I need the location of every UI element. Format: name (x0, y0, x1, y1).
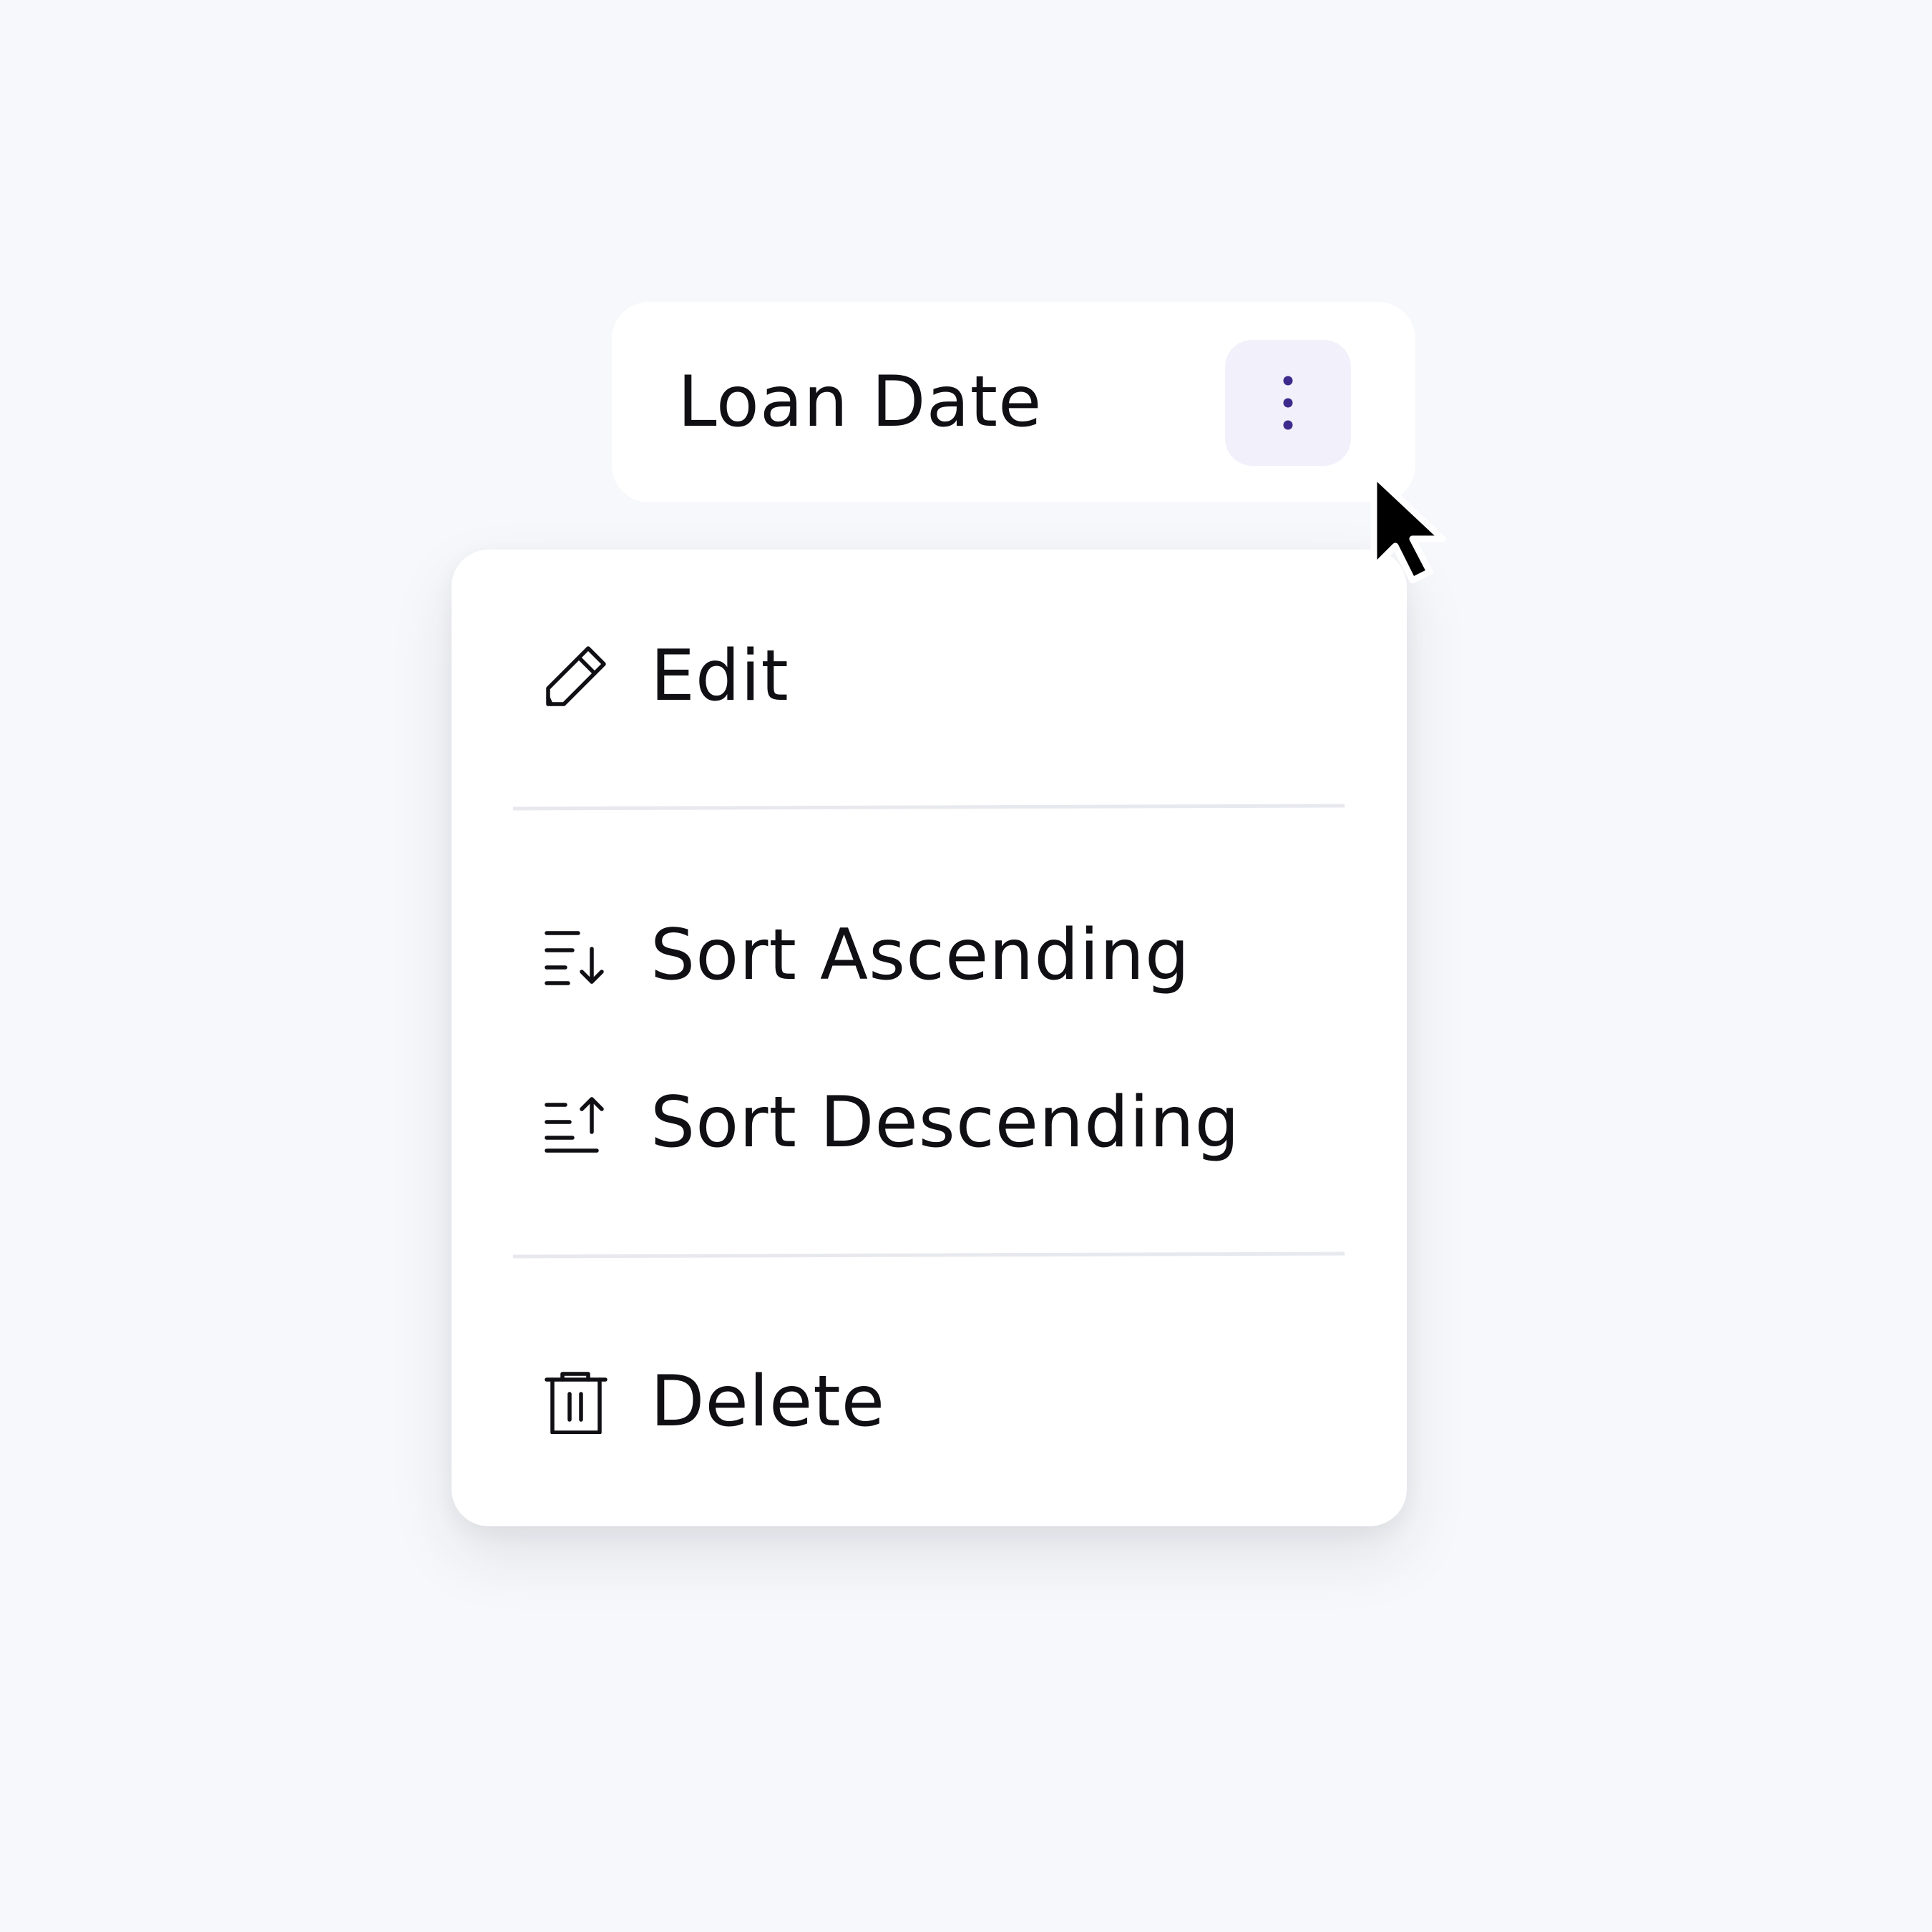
divider (512, 804, 1345, 811)
column-title: Loan Date (678, 361, 1043, 443)
trash-icon (545, 1372, 608, 1434)
divider (512, 1252, 1345, 1259)
menu-item-edit[interactable]: Edit (452, 608, 1407, 744)
menu-item-label: Delete (650, 1361, 885, 1443)
menu-item-sort-descending[interactable]: Sort Descending (452, 1055, 1407, 1191)
sort-descending-icon (545, 1097, 604, 1153)
column-menu-button[interactable] (1225, 340, 1351, 466)
menu-item-label: Edit (650, 635, 789, 717)
menu-item-label: Sort Descending (650, 1082, 1240, 1163)
more-vertical-icon (1283, 376, 1293, 430)
mouse-pointer-icon (1370, 471, 1446, 584)
menu-item-delete[interactable]: Delete (452, 1334, 1407, 1470)
column-header: Loan Date (612, 302, 1415, 502)
sort-ascending-icon (545, 931, 604, 985)
menu-item-sort-ascending[interactable]: Sort Ascending (452, 887, 1407, 1023)
pencil-icon (546, 646, 606, 706)
column-context-menu: Edit Sort Ascending Sort Descending Dele… (452, 550, 1407, 1526)
menu-item-label: Sort Ascending (650, 914, 1191, 996)
